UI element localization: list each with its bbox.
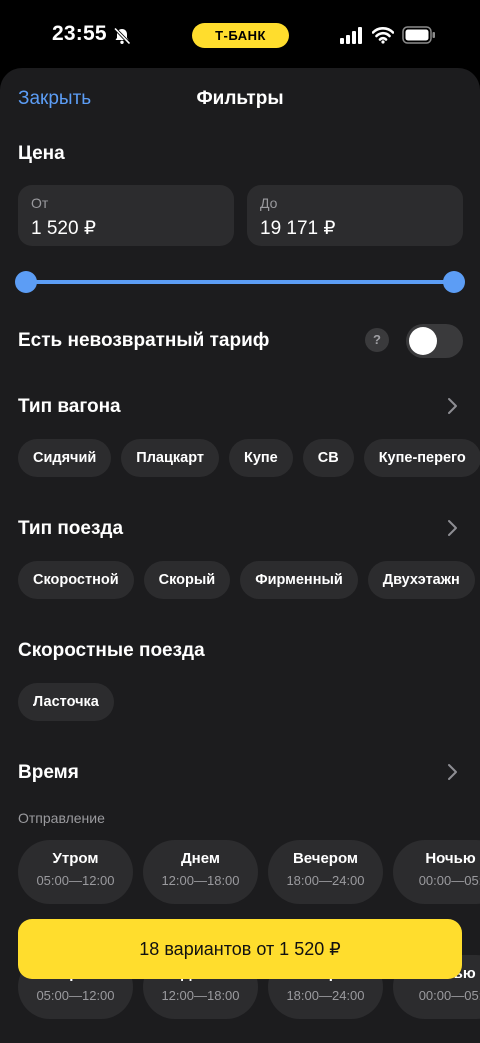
slot-name: Ночью bbox=[425, 850, 476, 867]
help-icon[interactable]: ? bbox=[365, 328, 389, 352]
slot-range: 18:00—24:00 bbox=[286, 873, 365, 888]
slot-range: 18:00—24:00 bbox=[286, 988, 365, 1003]
time-heading: Время bbox=[18, 762, 79, 783]
slot-range: 12:00—18:00 bbox=[161, 988, 240, 1003]
price-to-label: До bbox=[260, 195, 278, 211]
fast-trains-chips: Ласточка bbox=[18, 683, 114, 721]
chip-car-type[interactable]: Плацкарт bbox=[121, 439, 219, 477]
status-bar: 23:55 Т-БАНК bbox=[0, 0, 480, 68]
chevron-right-icon[interactable] bbox=[445, 763, 459, 781]
departure-slot[interactable]: Вечером 18:00—24:00 bbox=[268, 840, 383, 904]
bank-badge: Т-БАНК bbox=[192, 23, 289, 48]
chip-train-type[interactable]: Фирменный bbox=[240, 561, 358, 599]
filters-sheet: Фильтры Закрыть Цена От 1 520 ₽ До 19 17… bbox=[0, 68, 480, 1043]
chevron-right-icon[interactable] bbox=[445, 397, 459, 415]
slot-range: 12:00—18:00 bbox=[161, 873, 240, 888]
car-type-heading: Тип вагона bbox=[18, 396, 121, 417]
departure-slot[interactable]: Днем 12:00—18:00 bbox=[143, 840, 258, 904]
nonrefundable-toggle[interactable] bbox=[406, 324, 463, 358]
cellular-signal-icon bbox=[340, 27, 362, 44]
chevron-right-icon[interactable] bbox=[445, 519, 459, 537]
departure-slot[interactable]: Ночью 00:00—05: bbox=[393, 840, 480, 904]
slot-name: Вечером bbox=[292, 850, 359, 867]
slot-name: Днем bbox=[181, 850, 220, 867]
price-from-value: 1 520 ₽ bbox=[31, 218, 96, 239]
bell-slash-icon bbox=[113, 27, 131, 45]
price-from-field[interactable]: От 1 520 ₽ bbox=[18, 185, 234, 246]
wifi-icon bbox=[372, 27, 394, 44]
show-results-button[interactable]: 18 вариантов от 1 520 ₽ bbox=[18, 919, 462, 979]
chip-train-type[interactable]: Скорый bbox=[143, 561, 231, 599]
car-type-chips: Сидячий Плацкарт Купе СВ Купе-перего bbox=[18, 439, 480, 477]
train-type-heading: Тип поезда bbox=[18, 518, 124, 539]
departure-time-chips: Утром 05:00—12:00 Днем 12:00—18:00 Вечер… bbox=[18, 840, 480, 904]
fast-trains-heading: Скоростные поезда bbox=[18, 640, 205, 661]
price-to-value: 19 171 ₽ bbox=[260, 218, 336, 239]
slot-range: 05:00—12:00 bbox=[36, 988, 115, 1003]
close-button[interactable]: Закрыть bbox=[18, 88, 91, 110]
chip-car-type[interactable]: Сидячий bbox=[18, 439, 112, 477]
chip-car-type[interactable]: Купе-перего bbox=[363, 439, 480, 477]
nonrefundable-label: Есть невозвратный тариф bbox=[18, 330, 270, 351]
slot-range: 00:00—05: bbox=[418, 873, 480, 888]
train-type-chips: Скоростной Скорый Фирменный Двухэтажн bbox=[18, 561, 475, 599]
chip-train-type[interactable]: Двухэтажн bbox=[367, 561, 475, 599]
price-heading: Цена bbox=[18, 143, 65, 164]
slot-range: 00:00—05: bbox=[418, 988, 480, 1003]
chip-train-type[interactable]: Скоростной bbox=[18, 561, 134, 599]
departure-label: Отправление bbox=[18, 810, 105, 826]
chip-car-type[interactable]: Купе bbox=[229, 439, 293, 477]
chip-fast-train[interactable]: Ласточка bbox=[18, 683, 114, 721]
toggle-knob bbox=[409, 327, 437, 355]
departure-slot[interactable]: Утром 05:00—12:00 bbox=[18, 840, 133, 904]
status-time: 23:55 bbox=[52, 22, 107, 45]
battery-icon bbox=[402, 26, 435, 44]
slot-range: 05:00—12:00 bbox=[36, 873, 115, 888]
price-to-field[interactable]: До 19 171 ₽ bbox=[247, 185, 463, 246]
slot-name: Утром bbox=[52, 850, 99, 867]
chip-car-type[interactable]: СВ bbox=[302, 439, 354, 477]
price-range-track[interactable] bbox=[24, 280, 456, 284]
price-max-handle[interactable] bbox=[443, 271, 465, 293]
price-min-handle[interactable] bbox=[15, 271, 37, 293]
price-from-label: От bbox=[31, 195, 49, 211]
